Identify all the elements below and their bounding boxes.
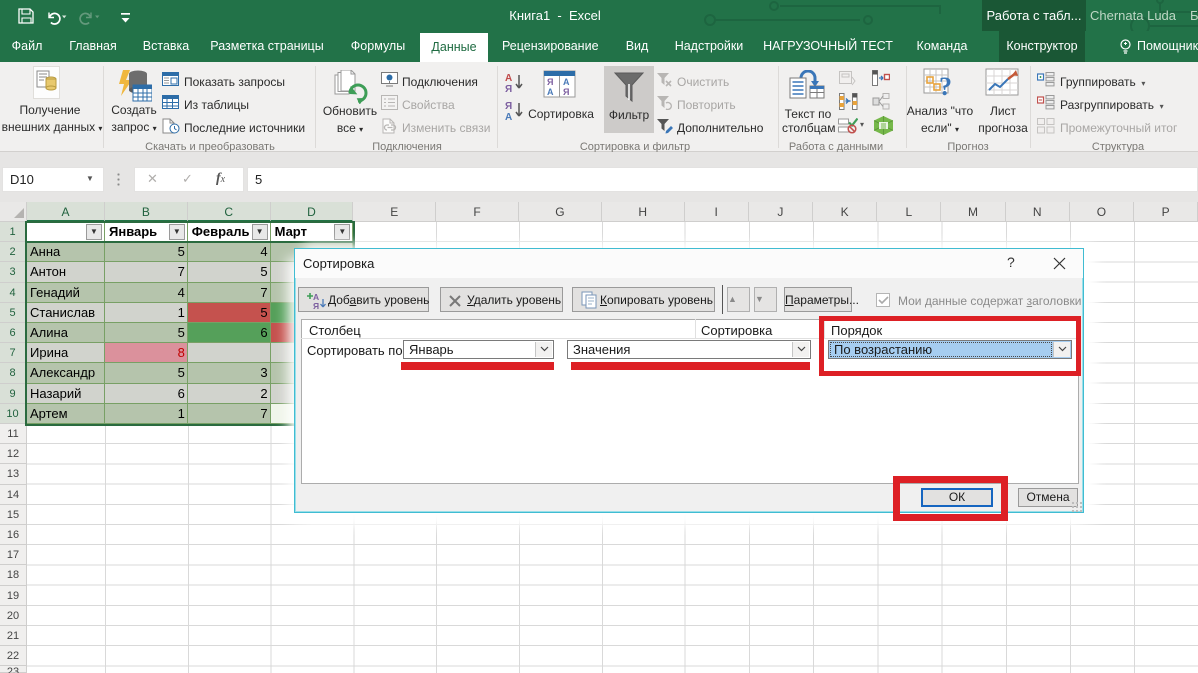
svg-text:Я: Я (313, 301, 319, 310)
